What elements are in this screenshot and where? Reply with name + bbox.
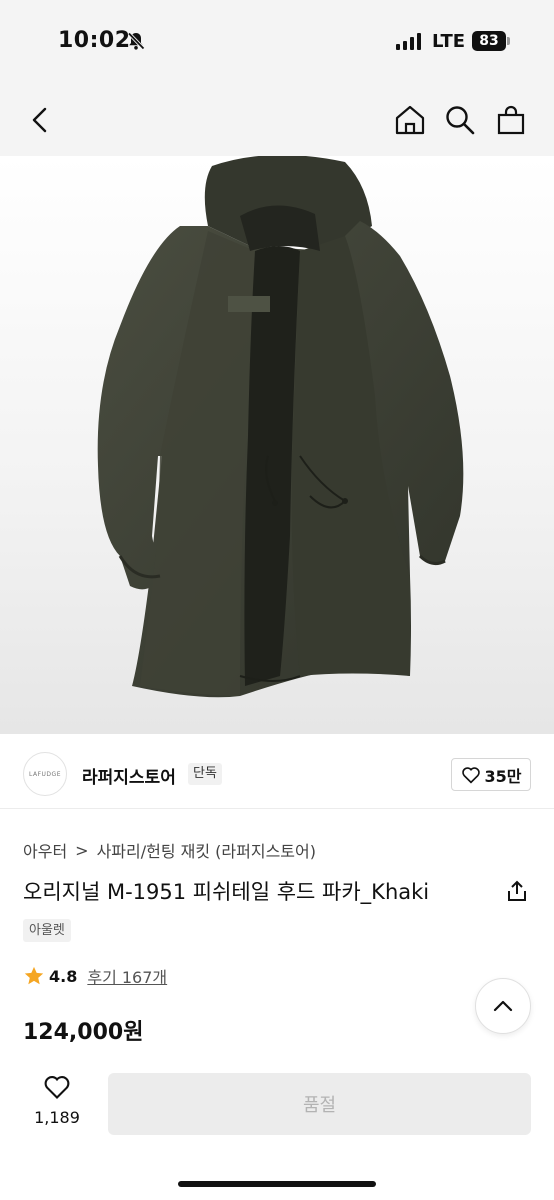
search-button[interactable] (444, 104, 476, 136)
top-navigation (0, 86, 554, 156)
heart-icon (461, 766, 480, 784)
home-indicator (178, 1181, 376, 1187)
star-icon (24, 966, 44, 985)
seller-name[interactable]: 라퍼지스토어 (82, 763, 176, 788)
divider (0, 808, 554, 809)
signal-icon (396, 32, 421, 50)
network-type: LTE (432, 31, 466, 52)
home-icon (395, 105, 425, 135)
review-link[interactable]: 후기 167개 (87, 964, 167, 988)
battery-icon: 83 (472, 31, 506, 51)
back-button[interactable] (24, 104, 56, 136)
status-bar: 10:02 LTE 83 (0, 0, 554, 86)
seller-like-count: 35만 (484, 766, 522, 786)
exclusive-badge: 단독 (188, 763, 222, 785)
product-image[interactable] (0, 156, 554, 734)
seller-row: LAFUDGE 라퍼지스토어 단독 35만 (0, 744, 554, 806)
breadcrumb: 아우터 > 사파리/헌팅 재킷 (라퍼지스토어) (23, 838, 316, 862)
wishlist-button[interactable]: 1,189 (30, 1074, 84, 1127)
chevron-up-icon (493, 1000, 513, 1012)
breadcrumb-subcategory[interactable]: 사파리/헌팅 재킷 (라퍼지스토어) (97, 838, 316, 862)
outlet-tag: 아울렛 (23, 919, 71, 942)
share-icon[interactable] (505, 879, 529, 903)
rating-score: 4.8 (49, 966, 78, 986)
seller-logo-text: LAFUDGE (29, 770, 61, 778)
wishlist-count: 1,189 (34, 1108, 80, 1127)
scroll-top-button[interactable] (475, 978, 531, 1034)
breadcrumb-separator: > (75, 840, 89, 860)
heart-icon (44, 1076, 70, 1099)
search-icon (446, 106, 475, 135)
product-price: 124,000원 (23, 1020, 144, 1045)
seller-like-button[interactable]: 35만 (451, 758, 531, 791)
product-title: 오리지널 M-1951 피쉬테일 후드 파카_Khaki (23, 880, 430, 904)
seller-logo[interactable]: LAFUDGE (23, 752, 67, 796)
chevron-left-icon (32, 107, 47, 133)
bell-muted-icon (127, 32, 145, 50)
status-time: 10:02 (58, 28, 131, 53)
sold-out-button[interactable]: 품절 (108, 1073, 531, 1135)
shopping-bag-icon (497, 105, 525, 135)
cart-button[interactable] (495, 104, 527, 136)
breadcrumb-category[interactable]: 아우터 (23, 838, 67, 862)
rating-row: 4.8 후기 167개 (23, 964, 167, 988)
khaki-parka-photo (97, 156, 464, 698)
battery-tip (507, 37, 510, 45)
home-button[interactable] (394, 104, 426, 136)
